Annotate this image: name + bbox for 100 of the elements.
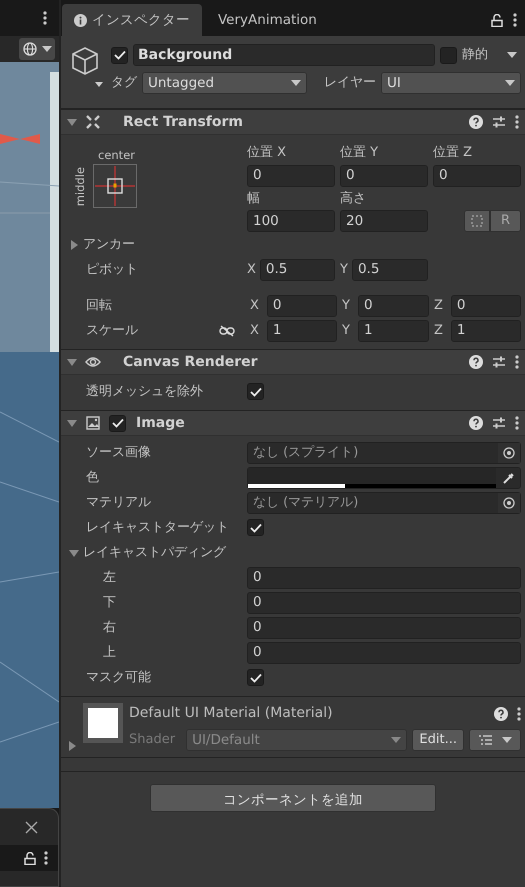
- material-name: Default UI Material (Material): [129, 704, 333, 723]
- number-field[interactable]: 100: [247, 210, 335, 232]
- foldout-label[interactable]: アンカー: [83, 234, 135, 254]
- checkbox[interactable]: [109, 414, 126, 432]
- add-component-button[interactable]: コンポーネントを追加: [150, 784, 436, 812]
- material-thumbnail: [83, 703, 123, 743]
- more-icon[interactable]: [513, 13, 517, 27]
- field-label: 位置 X: [247, 144, 288, 162]
- number-field[interactable]: 0: [450, 294, 521, 316]
- number-field[interactable]: 0: [247, 164, 335, 186]
- help-icon[interactable]: [469, 355, 483, 369]
- number-field[interactable]: 0: [340, 164, 428, 186]
- color-field[interactable]: [247, 466, 521, 488]
- lock-icon[interactable]: [24, 852, 36, 864]
- field-label: スケール: [86, 322, 139, 340]
- dashed-square-icon: [470, 215, 483, 227]
- component-title: Rect Transform: [123, 112, 244, 132]
- field-label: ピボット: [86, 260, 139, 279]
- layer-dropdown[interactable]: UI: [381, 72, 521, 94]
- caret-icon: [391, 737, 402, 743]
- number-field[interactable]: 20: [340, 210, 428, 232]
- number-field[interactable]: 0: [247, 642, 521, 664]
- number-field[interactable]: 1: [266, 320, 337, 342]
- help-icon[interactable]: [469, 115, 483, 129]
- sliders-icon[interactable]: [492, 115, 506, 129]
- tag-dropdown[interactable]: Untagged: [142, 72, 307, 94]
- number-field[interactable]: 1: [358, 320, 429, 342]
- static-label: 静的: [462, 46, 488, 64]
- foldout-arrow-icon[interactable]: [69, 548, 79, 558]
- image-icon: [85, 415, 101, 431]
- anchor-vertical-label: middle: [72, 166, 88, 206]
- more-icon[interactable]: [515, 416, 519, 430]
- more-icon[interactable]: [517, 706, 521, 720]
- globe-icon: [22, 41, 38, 57]
- field-label: 位置 Y: [340, 144, 380, 162]
- number-field[interactable]: 0: [358, 294, 429, 316]
- tab[interactable]: VeryAnimation: [202, 4, 333, 36]
- help-icon[interactable]: [469, 416, 483, 430]
- axis-label: X: [247, 260, 256, 279]
- more-icon[interactable]: [43, 11, 47, 25]
- field-label: 高さ: [340, 190, 367, 208]
- field-label: ソース画像: [86, 444, 152, 462]
- field-label: 右: [102, 618, 117, 637]
- axis-label: X: [250, 296, 259, 315]
- checkbox[interactable]: [440, 46, 457, 64]
- number-field[interactable]: 0: [266, 294, 337, 316]
- number-field[interactable]: 1: [450, 320, 521, 342]
- foldout-arrow-icon[interactable]: [67, 418, 77, 428]
- field-label: マスク可能: [86, 668, 152, 687]
- object-field[interactable]: なし (マテリアル): [247, 492, 521, 514]
- number-field[interactable]: 0: [247, 592, 521, 614]
- field-label: レイキャストターゲット: [86, 518, 230, 537]
- info-icon: [74, 14, 87, 26]
- more-icon[interactable]: [515, 355, 519, 369]
- unlinked-icon[interactable]: [219, 324, 235, 336]
- gizmo-button[interactable]: [19, 38, 55, 60]
- field-label: 透明メッシュを除外: [86, 382, 204, 401]
- axis-label: Z: [434, 322, 443, 340]
- checkbox[interactable]: [247, 383, 264, 400]
- tag-label: タグ: [111, 74, 137, 92]
- number-field[interactable]: 0: [433, 164, 521, 186]
- target-icon[interactable]: [503, 446, 515, 458]
- sliders-icon[interactable]: [492, 355, 506, 369]
- foldout-arrow-icon[interactable]: [67, 117, 77, 127]
- number-field[interactable]: 0.5: [260, 258, 335, 280]
- list-dropdown-button[interactable]: [469, 729, 521, 751]
- foldout-label[interactable]: レイキャストパディング: [83, 542, 226, 562]
- foldout-arrow-icon[interactable]: [69, 240, 79, 250]
- number-field[interactable]: 0: [247, 616, 521, 638]
- caret-icon[interactable]: [507, 52, 517, 58]
- lock-icon[interactable]: [491, 14, 503, 26]
- checkbox[interactable]: [247, 669, 264, 686]
- help-icon[interactable]: [494, 706, 508, 720]
- axis-label: Y: [342, 322, 350, 340]
- checkbox[interactable]: [247, 519, 264, 536]
- edit-button[interactable]: Edit...: [412, 729, 464, 751]
- tab[interactable]: インスペクター: [62, 4, 202, 36]
- blueprint-button[interactable]: [464, 210, 490, 232]
- eyedropper-icon[interactable]: [502, 472, 515, 484]
- field-label: 色: [86, 468, 100, 487]
- field-label: マテリアル: [86, 494, 152, 512]
- close-icon[interactable]: [25, 820, 38, 834]
- caret-icon: [502, 737, 512, 743]
- anchor-preset-icon[interactable]: [93, 164, 138, 208]
- number-field[interactable]: 0.5: [352, 258, 428, 280]
- component-title: Image: [136, 414, 185, 432]
- number-field[interactable]: 0: [247, 566, 521, 588]
- field-label: 位置 Z: [433, 144, 474, 162]
- foldout-arrow-icon[interactable]: [67, 741, 77, 751]
- axis-label: Z: [434, 296, 443, 315]
- object-field[interactable]: なし (スプライト): [247, 442, 521, 464]
- more-icon[interactable]: [44, 851, 48, 865]
- more-icon[interactable]: [515, 115, 519, 129]
- sliders-icon[interactable]: [492, 416, 506, 430]
- shader-label: Shader: [129, 731, 176, 750]
- checkbox[interactable]: [111, 46, 128, 64]
- foldout-arrow-icon[interactable]: [67, 357, 77, 367]
- anchor-horizontal-label: center: [98, 147, 136, 164]
- name-field[interactable]: Background: [133, 44, 435, 66]
- target-icon[interactable]: [503, 496, 515, 508]
